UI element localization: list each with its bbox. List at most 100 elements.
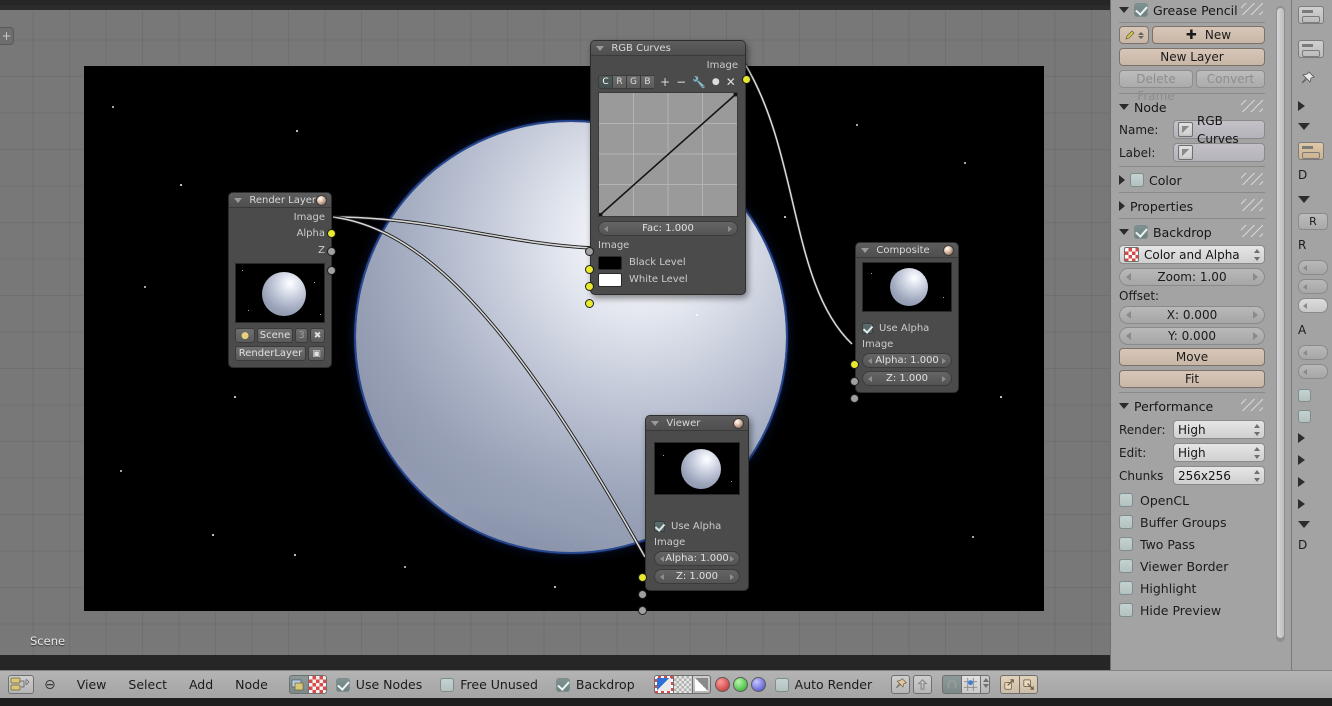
input-socket-z[interactable] xyxy=(850,394,859,403)
toolshelf-tab-handle[interactable]: + xyxy=(0,27,14,45)
pencil-icon[interactable] xyxy=(1119,26,1149,44)
two-pass-checkbox[interactable] xyxy=(1119,537,1133,551)
use-nodes-toggle[interactable]: Use Nodes xyxy=(327,677,431,692)
input-socket-z[interactable] xyxy=(638,606,647,615)
use-alpha-row[interactable]: Use Alpha xyxy=(654,517,740,535)
clipped-slider[interactable] xyxy=(1298,279,1328,294)
viewer-border-checkbox[interactable] xyxy=(1119,559,1133,573)
z-slider[interactable]: Z: 1.000 xyxy=(862,371,952,386)
wrench-icon[interactable]: 🔧 xyxy=(692,76,706,89)
free-unused-toggle[interactable]: Free Unused xyxy=(431,677,547,692)
node-viewer[interactable]: Viewer Use Alpha Image Alpha: 1.000 Z: 1… xyxy=(638,415,749,615)
copy-to-icon[interactable] xyxy=(1000,675,1020,694)
node-name-field[interactable]: RGB Curves xyxy=(1173,114,1265,146)
delete-frame-button[interactable]: Delete Frame xyxy=(1119,70,1193,103)
clipped-checkbox[interactable] xyxy=(1298,410,1311,423)
use-alpha-checkbox[interactable] xyxy=(654,520,665,532)
white-level-swatch[interactable] xyxy=(598,272,622,287)
input-socket-fac[interactable] xyxy=(585,247,594,256)
checkbox-row-buffer-groups[interactable]: Buffer Groups xyxy=(1119,511,1265,533)
scene-users-count[interactable]: 3 xyxy=(295,328,308,343)
menu-select[interactable]: Select xyxy=(117,677,178,692)
node-rgb-curves[interactable]: RGB Curves Image C R G B + − 🔧 ● ✕ Fac: … xyxy=(585,40,751,308)
texture-icon[interactable] xyxy=(307,675,327,694)
input-socket-white-level[interactable] xyxy=(585,299,594,308)
dot-icon[interactable]: ● xyxy=(712,77,720,87)
minus-icon[interactable]: ⊖ xyxy=(44,677,56,693)
camera-render-icon[interactable]: ▣ xyxy=(308,346,325,361)
panel-performance[interactable]: Performance xyxy=(1119,396,1265,416)
curve-tab-b[interactable]: B xyxy=(640,75,654,89)
scene-data-icon[interactable]: ● xyxy=(235,328,255,343)
buffer-groups-checkbox[interactable] xyxy=(1119,515,1133,529)
clipped-field[interactable]: R xyxy=(1298,213,1328,230)
output-socket-image[interactable] xyxy=(327,229,336,238)
chunks-dropdown[interactable]: 256x256 xyxy=(1173,466,1265,485)
grease-pencil-checkbox[interactable] xyxy=(1134,3,1148,17)
green-channel-icon[interactable] xyxy=(732,677,748,692)
use-alpha-checkbox[interactable] xyxy=(862,322,873,334)
properties-tab-icon[interactable] xyxy=(1298,40,1324,58)
input-socket-black-level[interactable] xyxy=(585,282,594,291)
backdrop-move-button[interactable]: Move xyxy=(1119,348,1265,366)
backdrop-offset-x[interactable]: X: 0.000 xyxy=(1119,306,1265,324)
panel-properties[interactable]: Properties xyxy=(1119,196,1265,216)
z-icon[interactable] xyxy=(691,675,711,694)
alpha-slider[interactable]: Alpha: 1.000 xyxy=(654,551,740,566)
highlight-checkbox[interactable] xyxy=(1119,581,1133,595)
chevron-right-icon[interactable] xyxy=(1119,175,1125,185)
chevron-right-icon[interactable] xyxy=(1298,433,1305,443)
node-composite[interactable]: Composite Use Alpha Image Alpha: 1.000 Z… xyxy=(850,242,959,403)
clipped-slider[interactable] xyxy=(1298,345,1328,360)
clipped-checkbox[interactable] xyxy=(1298,389,1311,402)
node-label-field[interactable] xyxy=(1173,143,1265,162)
output-socket-z[interactable] xyxy=(327,266,336,275)
minus-icon[interactable]: − xyxy=(676,75,686,89)
auto-render-checkbox[interactable] xyxy=(774,677,789,692)
node-editor-canvas[interactable]: + Scene Render Layers Image Alpha Z ● Sc… xyxy=(0,5,1110,655)
output-socket-alpha[interactable] xyxy=(327,247,336,256)
use-nodes-checkbox[interactable] xyxy=(335,677,350,692)
chevron-down-icon[interactable] xyxy=(1119,7,1129,13)
backdrop-channel-dropdown[interactable]: Color and Alpha xyxy=(1119,245,1265,264)
render-quality-dropdown[interactable]: High xyxy=(1173,420,1265,439)
x-icon[interactable]: ✕ xyxy=(726,75,736,89)
collapse-triangle-icon[interactable] xyxy=(234,197,242,203)
panel-color[interactable]: Color xyxy=(1119,170,1265,190)
auto-render-toggle[interactable]: Auto Render xyxy=(766,677,882,692)
chevron-right-icon[interactable] xyxy=(1298,101,1305,111)
collapse-triangle-icon[interactable] xyxy=(651,420,659,426)
blue-channel-icon[interactable] xyxy=(750,677,766,692)
arrow-up-icon[interactable] xyxy=(913,675,933,694)
input-socket-image[interactable] xyxy=(638,573,647,582)
color-alpha-icon[interactable] xyxy=(653,675,673,694)
unlink-icon[interactable]: ✖ xyxy=(310,328,325,343)
panel-backdrop[interactable]: Backdrop xyxy=(1119,222,1265,242)
node-header[interactable]: RGB Curves xyxy=(591,41,745,56)
pin-icon[interactable] xyxy=(891,675,911,694)
color-checkbox[interactable] xyxy=(1130,173,1144,187)
backdrop-checkbox[interactable] xyxy=(555,677,570,692)
checkbox-row-two-pass[interactable]: Two Pass xyxy=(1119,533,1265,555)
chevron-right-icon[interactable] xyxy=(1298,455,1305,465)
backdrop-toggle[interactable]: Backdrop xyxy=(547,677,644,692)
fac-slider[interactable]: Fac: 1.000 xyxy=(598,221,738,236)
plus-icon[interactable]: + xyxy=(660,75,670,89)
properties-tab-icon[interactable] xyxy=(1298,6,1324,24)
chevron-down-icon[interactable] xyxy=(1119,104,1129,110)
checkbox-row-opencl[interactable]: OpenCL xyxy=(1119,489,1265,511)
sidebar-scrollbar[interactable] xyxy=(1276,6,1285,642)
chevron-down-icon[interactable] xyxy=(1298,123,1310,130)
use-alpha-row[interactable]: Use Alpha xyxy=(862,319,952,337)
chevron-right-icon[interactable] xyxy=(1119,201,1125,211)
hide-preview-checkbox[interactable] xyxy=(1119,603,1133,617)
collapse-triangle-icon[interactable] xyxy=(596,45,604,51)
node-header[interactable]: Composite xyxy=(856,243,958,258)
convert-button[interactable]: Convert xyxy=(1196,70,1265,88)
camera-render-icon[interactable] xyxy=(1298,142,1324,160)
curve-tab-c[interactable]: C xyxy=(598,75,612,89)
z-slider[interactable]: Z: 1.000 xyxy=(654,569,740,584)
chevron-right-icon[interactable] xyxy=(1298,499,1305,509)
panel-node[interactable]: Node xyxy=(1119,97,1265,117)
collapse-triangle-icon[interactable] xyxy=(861,247,869,253)
